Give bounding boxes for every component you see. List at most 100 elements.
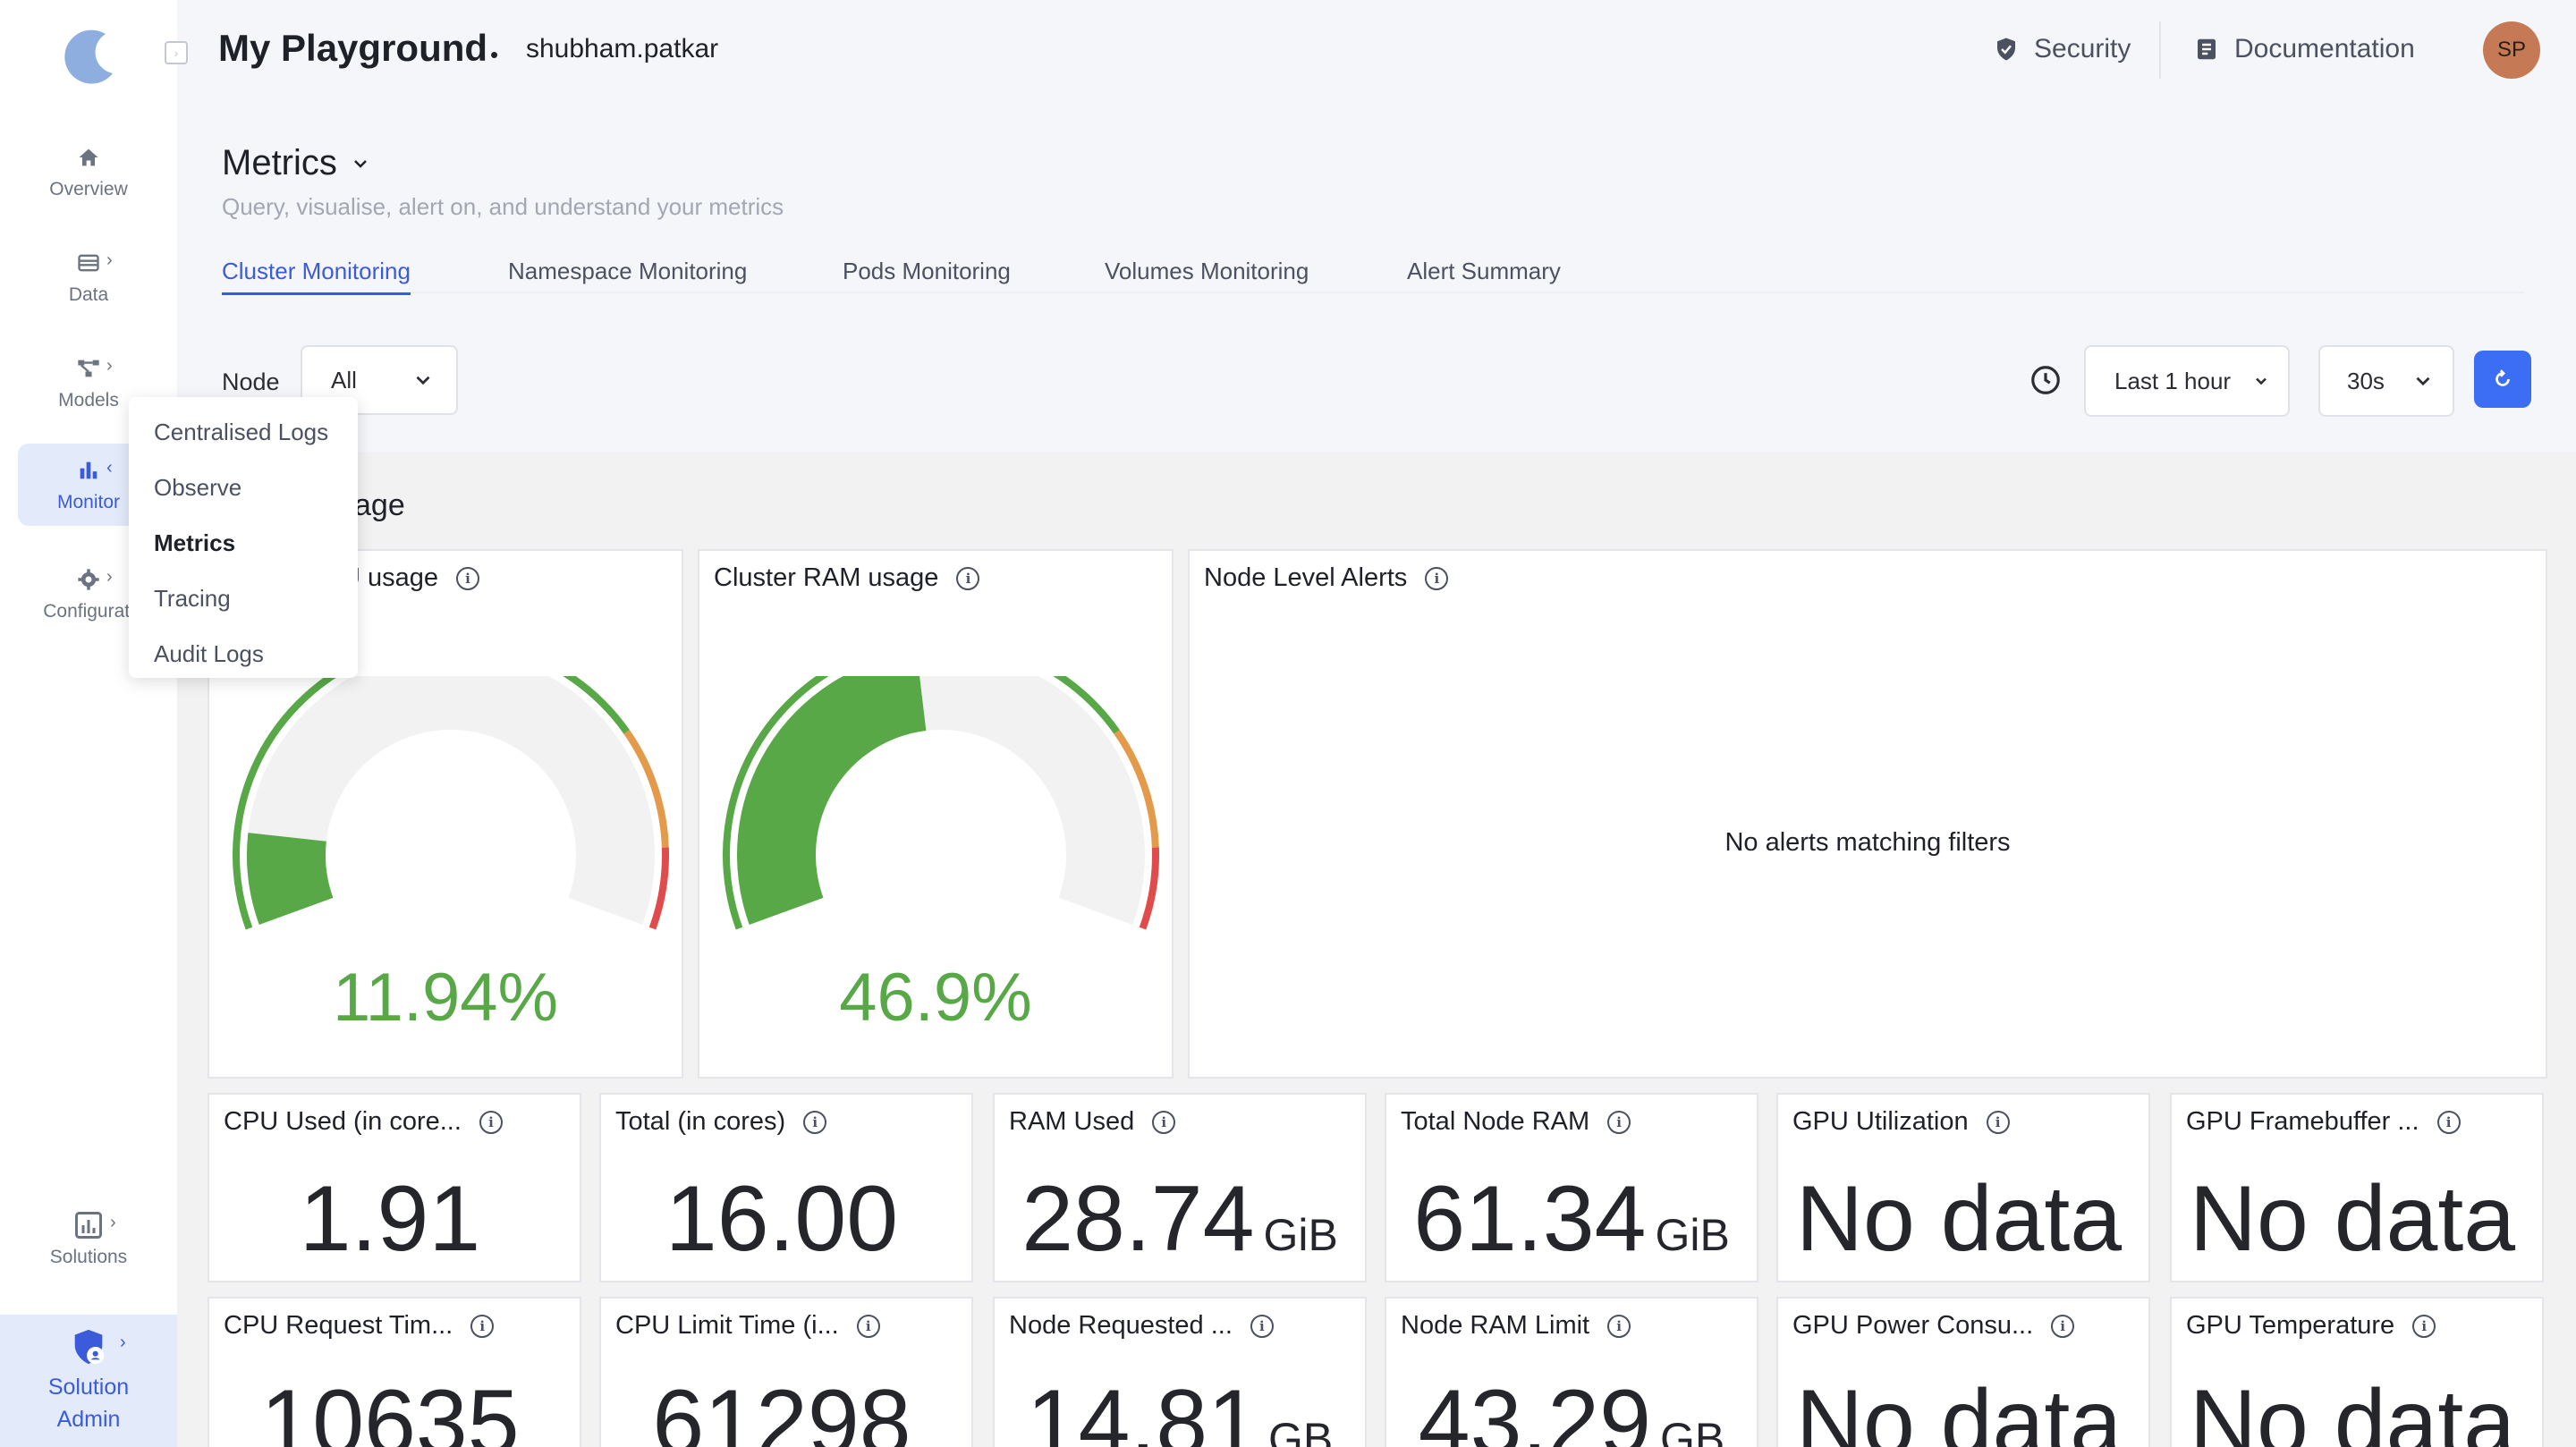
home-icon <box>76 143 101 172</box>
sidebar-item-overview[interactable]: Overview <box>18 131 159 213</box>
tab-pods-monitoring[interactable]: Pods Monitoring <box>843 258 1011 292</box>
panel-title: Node RAM Limit i <box>1401 1311 1631 1341</box>
stat-panel: GPU Temperature i No data <box>2170 1297 2544 1447</box>
panel-title: GPU Utilization i <box>1792 1107 2010 1137</box>
info-icon[interactable]: i <box>856 1314 880 1338</box>
stat-value: 61.34 GiB <box>1386 1166 1757 1273</box>
info-icon[interactable]: i <box>470 1314 495 1338</box>
user-avatar[interactable]: SP <box>2483 21 2540 79</box>
stat-value: 61298 <box>601 1370 971 1447</box>
admin-label-line2: Admin <box>56 1407 121 1432</box>
info-icon[interactable]: i <box>2436 1110 2461 1134</box>
stat-number: 28.74 <box>1021 1167 1255 1271</box>
chevron-down-icon <box>416 376 430 385</box>
sidebar-item-label: Data <box>68 284 109 305</box>
user-name: shubham.patkar <box>526 34 719 63</box>
stat-panel: CPU Limit Time (i... i 61298 <box>599 1297 973 1447</box>
page-title: Metrics <box>222 143 337 182</box>
stat-number: 61.34 <box>1413 1167 1647 1271</box>
info-icon[interactable]: i <box>1425 566 1449 590</box>
chevron-down-icon <box>2416 377 2430 386</box>
stat-panel: GPU Power Consu... i No data <box>1776 1297 2150 1447</box>
sidebar-item-label: Models <box>58 390 119 410</box>
stat-unit: GB <box>1268 1414 1334 1447</box>
page-subtitle: Query, visualise, alert on, and understa… <box>222 193 784 220</box>
app-title: My Playground <box>218 27 488 69</box>
sidebar-toggle-icon[interactable]: › <box>165 41 188 64</box>
gear-icon: › <box>76 565 113 594</box>
stat-unit: GiB <box>1263 1210 1338 1260</box>
menu-item-tracing[interactable]: Tracing <box>129 574 358 630</box>
admin-label-line1: Solution <box>47 1375 130 1400</box>
info-icon[interactable]: i <box>1152 1110 1176 1134</box>
stat-number: 1.91 <box>299 1167 481 1271</box>
info-icon[interactable]: i <box>1607 1314 1631 1338</box>
tab-alert-summary[interactable]: Alert Summary <box>1407 258 1561 292</box>
info-icon[interactable]: i <box>1607 1110 1631 1134</box>
refresh-interval-value: 30s <box>2347 367 2385 394</box>
app-logo[interactable] <box>54 18 125 89</box>
panel-title: CPU Used (in core... i <box>224 1107 503 1137</box>
menu-item-audit-logs[interactable]: Audit Logs <box>129 630 358 685</box>
models-icon: › <box>76 354 113 383</box>
stat-value: No data <box>1778 1166 2148 1273</box>
stat-panel: Node RAM Limit i 43.29 GB <box>1385 1297 1758 1447</box>
info-icon[interactable]: i <box>1986 1110 2010 1134</box>
stat-value: No data <box>1778 1370 2148 1447</box>
documentation-label: Documentation <box>2234 34 2415 63</box>
info-icon[interactable]: i <box>456 566 480 590</box>
stat-value: 14.81 GB <box>995 1370 1365 1447</box>
chevron-right-icon: › <box>120 1333 126 1352</box>
chevron-down-icon <box>354 159 367 168</box>
gauge-value-arc <box>247 833 334 925</box>
node-alerts-panel: Node Level Alerts i No alerts matching f… <box>1188 549 2547 1079</box>
monitor-submenu: Centralised Logs Observe Metrics Tracing… <box>129 397 358 678</box>
stat-value: 28.74 GiB <box>995 1166 1365 1273</box>
documentation-link[interactable]: Documentation <box>2193 34 2415 64</box>
stat-panel: Total (in cores) i 16.00 <box>599 1093 973 1282</box>
tab-cluster-monitoring[interactable]: Cluster Monitoring <box>222 258 411 295</box>
menu-item-metrics[interactable]: Metrics <box>129 519 358 574</box>
tab-volumes-monitoring[interactable]: Volumes Monitoring <box>1105 258 1309 292</box>
info-icon[interactable]: i <box>2412 1314 2436 1338</box>
sidebar-item-solutions[interactable]: › Solutions <box>18 1195 159 1284</box>
stat-number: No data <box>2189 1167 2516 1271</box>
stat-value: No data <box>2172 1166 2542 1273</box>
refresh-button[interactable] <box>2474 351 2531 408</box>
node-filter-label: Node <box>222 368 280 395</box>
shield-check-icon <box>1997 38 2015 61</box>
info-icon[interactable]: i <box>956 566 980 590</box>
stat-panel: GPU Utilization i No data <box>1776 1093 2150 1282</box>
time-range-select[interactable]: Last 1 hour <box>2084 345 2290 417</box>
stat-value: 1.91 <box>209 1166 580 1273</box>
panel-title: GPU Framebuffer ... i <box>2186 1107 2461 1137</box>
admin-shield-icon: › <box>68 1326 126 1367</box>
stat-panel: RAM Used i 28.74 GiB <box>993 1093 1367 1282</box>
sidebar-item-solution-admin[interactable]: › Solution Admin <box>0 1315 177 1447</box>
info-icon[interactable]: i <box>803 1110 827 1134</box>
data-icon: › <box>76 249 113 277</box>
security-link[interactable]: Security <box>1993 34 2131 64</box>
stat-number: No data <box>1795 1371 2123 1447</box>
sidebar-item-data[interactable]: › Data <box>18 236 159 318</box>
refresh-icon <box>2496 369 2510 386</box>
refresh-interval-select[interactable]: 30s <box>2318 345 2454 417</box>
menu-item-centralised-logs[interactable]: Centralised Logs <box>129 408 358 463</box>
chart-icon: ‹ <box>76 456 113 485</box>
alerts-empty-message: No alerts matching filters <box>1724 828 2011 857</box>
panel-title: GPU Power Consu... i <box>1792 1311 2075 1341</box>
panel-title: Total (in cores) i <box>615 1107 827 1137</box>
panel-title: Node Level Alerts i <box>1204 563 1449 593</box>
chevron-down-icon <box>2256 377 2267 385</box>
info-icon[interactable]: i <box>479 1110 503 1134</box>
panel-title: GPU Temperature i <box>2186 1311 2436 1341</box>
info-icon[interactable]: i <box>1250 1314 1274 1338</box>
info-icon[interactable]: i <box>2051 1314 2075 1338</box>
menu-item-observe[interactable]: Observe <box>129 463 358 519</box>
chevron-left-icon: ‹ <box>106 458 113 478</box>
tab-namespace-monitoring[interactable]: Namespace Monitoring <box>508 258 747 292</box>
stat-value: 16.00 <box>601 1166 971 1273</box>
stat-number: 10635 <box>260 1371 520 1447</box>
stat-unit: GB <box>1660 1414 1725 1447</box>
page-title-dropdown[interactable]: Metrics <box>222 143 371 183</box>
